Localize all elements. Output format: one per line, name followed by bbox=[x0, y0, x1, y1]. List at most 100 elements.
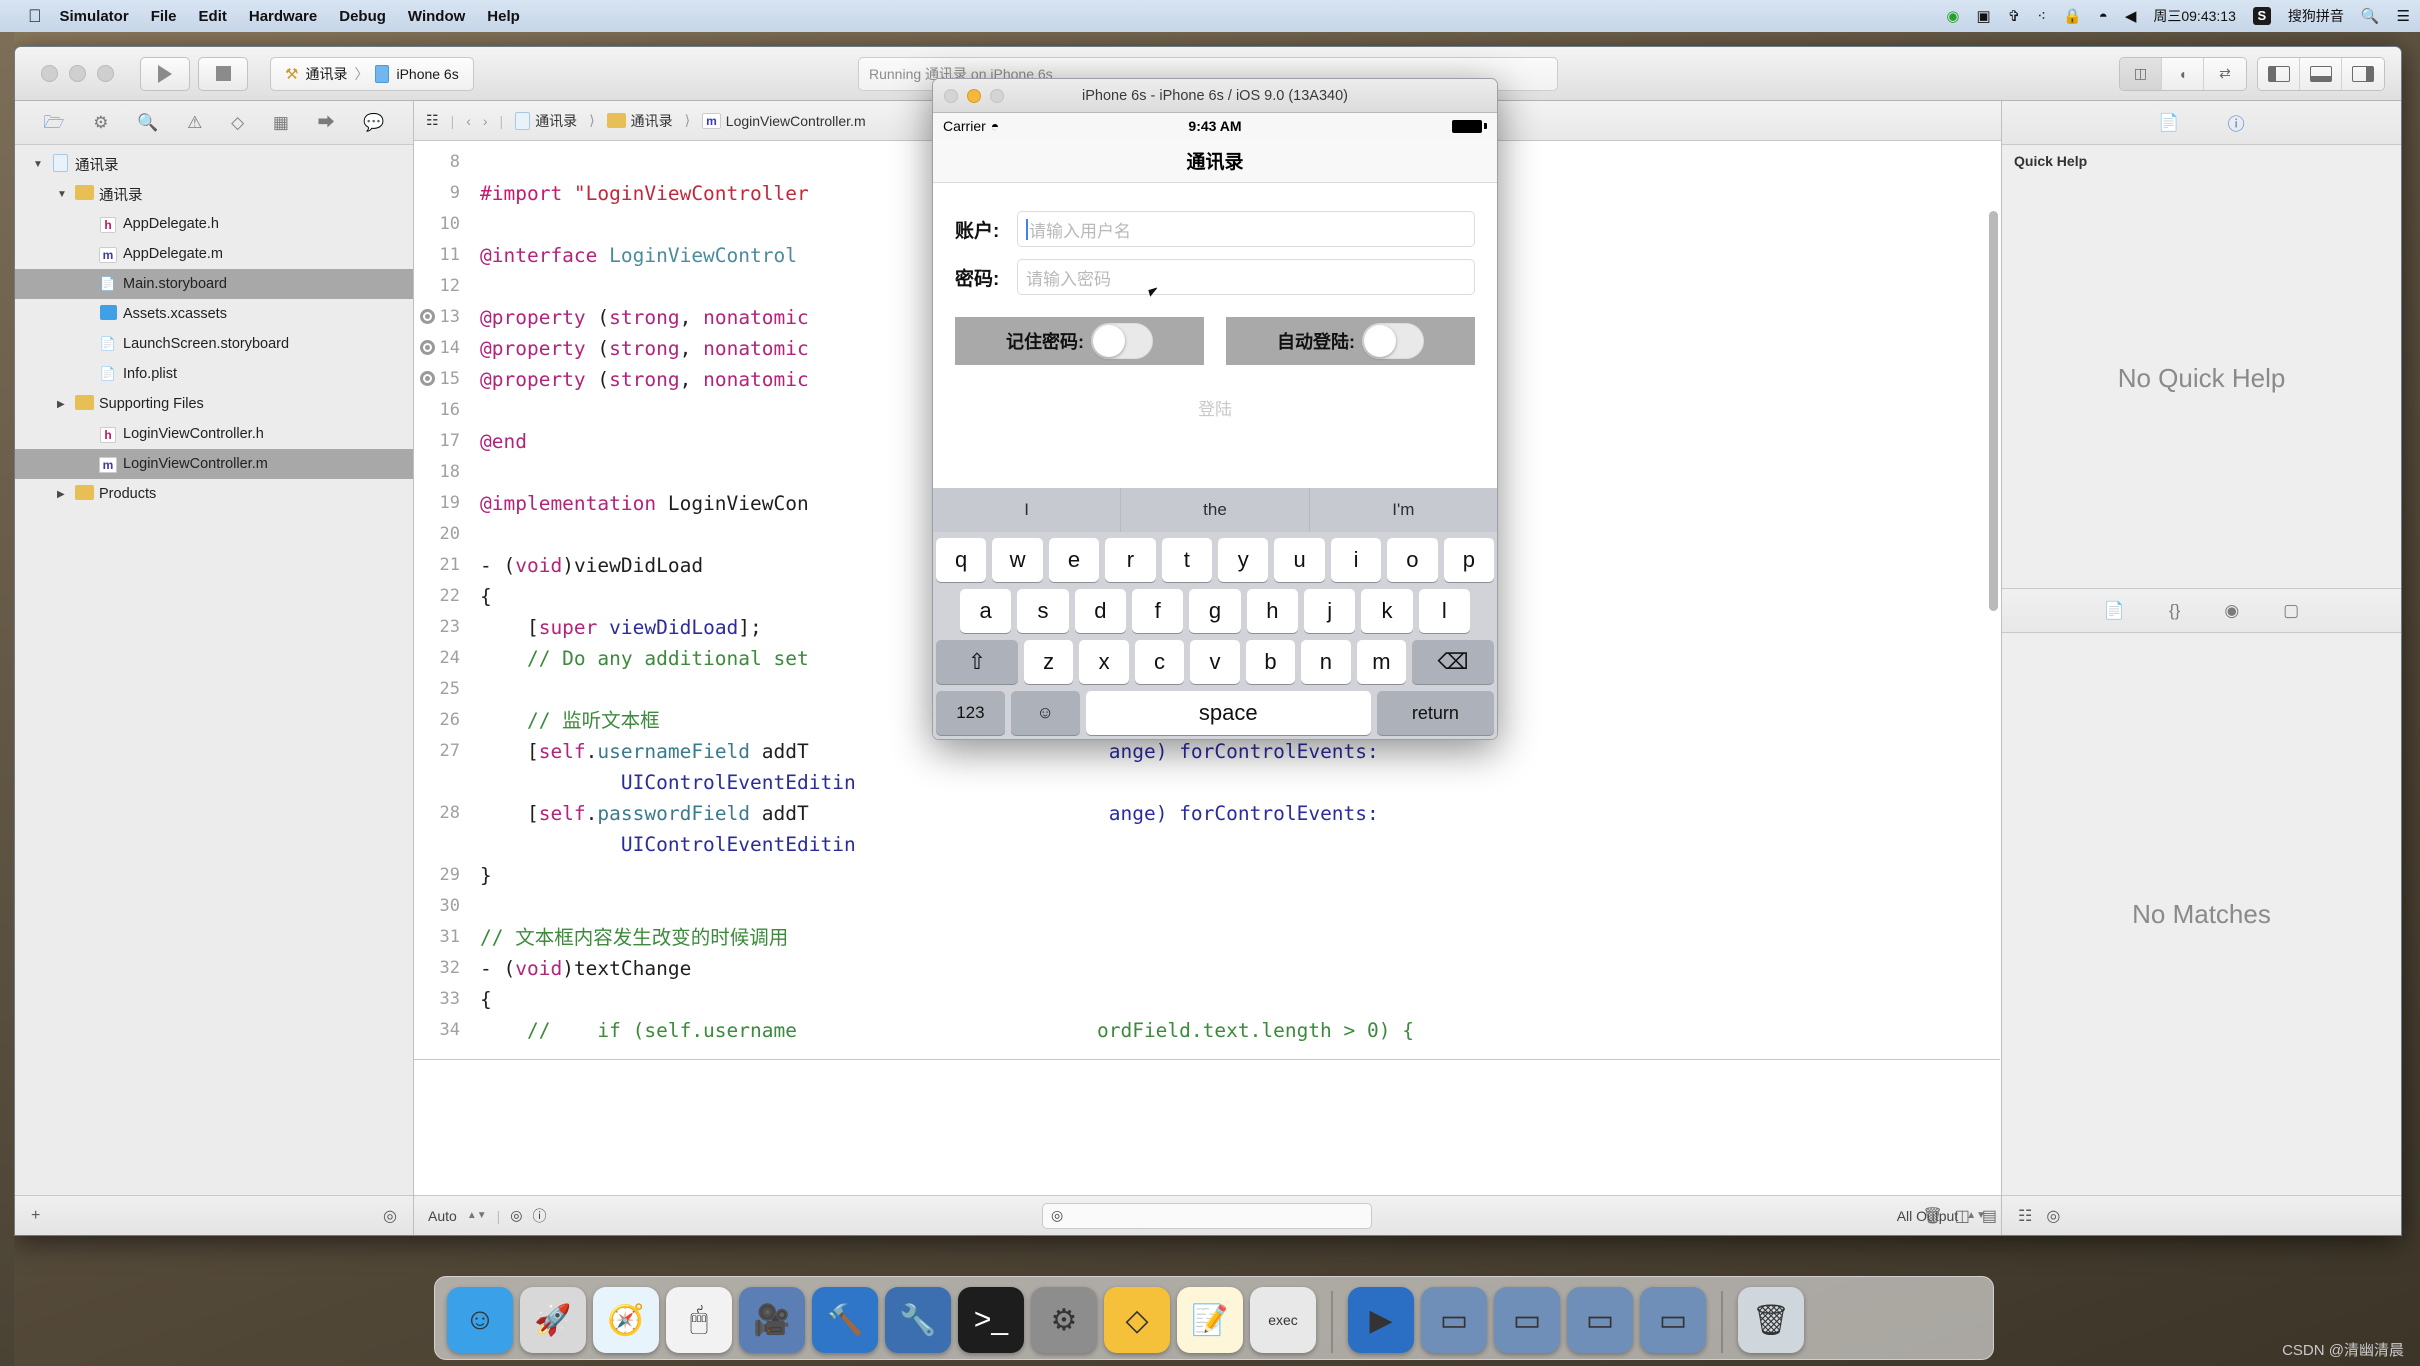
key-m[interactable]: m bbox=[1356, 640, 1407, 684]
exec-icon[interactable]: exec bbox=[1250, 1287, 1316, 1353]
return-key[interactable]: return bbox=[1376, 691, 1495, 735]
key-l[interactable]: l bbox=[1418, 589, 1470, 633]
breakpoint-marker[interactable] bbox=[420, 371, 435, 386]
key-f[interactable]: f bbox=[1132, 589, 1184, 633]
hammer-icon[interactable]: 🔧 bbox=[885, 1287, 951, 1353]
file-tree-item[interactable]: Assets.xcassets bbox=[15, 299, 413, 329]
warning-icon[interactable]: ⚠ bbox=[187, 114, 202, 131]
file-tree-item[interactable]: ▼ 通讯录 bbox=[15, 149, 413, 179]
key-c[interactable]: c bbox=[1134, 640, 1185, 684]
disclosure-triangle[interactable]: ▶ bbox=[57, 399, 73, 410]
space-key[interactable]: space bbox=[1085, 691, 1371, 735]
version-editor-button[interactable]: ⇄ bbox=[2204, 57, 2246, 90]
trash-icon[interactable]: 🗑 bbox=[1738, 1287, 1804, 1353]
console-filter-field[interactable]: ◎ bbox=[1042, 1202, 1372, 1229]
panel-icon[interactable]: ▤ bbox=[1982, 1206, 1997, 1226]
key-g[interactable]: g bbox=[1189, 589, 1241, 633]
bluetooth-icon[interactable]: ⁖ bbox=[2037, 9, 2046, 24]
prediction-item[interactable]: I bbox=[933, 488, 1122, 532]
media-player-icon[interactable]: ▶ bbox=[1348, 1287, 1414, 1353]
menu-item-file[interactable]: File bbox=[151, 8, 177, 25]
key-d[interactable]: d bbox=[1074, 589, 1126, 633]
auto-login-switch[interactable] bbox=[1362, 323, 1424, 359]
wifi-icon[interactable]: ◓ bbox=[2099, 9, 2108, 24]
key-j[interactable]: j bbox=[1303, 589, 1356, 633]
scheme-selector[interactable]: ⚒ 通讯录 〉 iPhone 6s bbox=[270, 56, 474, 91]
line-number[interactable]: 30 bbox=[414, 891, 472, 922]
key-t[interactable]: t bbox=[1161, 538, 1212, 582]
line-number[interactable]: 17 bbox=[414, 426, 472, 457]
desktop4-icon[interactable]: ▭ bbox=[1640, 1287, 1706, 1353]
file-tree-item[interactable]: ▼ 通讯录 bbox=[15, 179, 413, 209]
key-y[interactable]: y bbox=[1218, 538, 1269, 582]
line-number[interactable]: 24 bbox=[414, 643, 472, 674]
key-r[interactable]: r bbox=[1105, 538, 1156, 582]
line-number[interactable]: 12 bbox=[414, 271, 472, 302]
notes-icon[interactable]: 📝 bbox=[1177, 1287, 1243, 1353]
breadcrumb-folder[interactable]: 通讯录 bbox=[606, 111, 673, 131]
simulator-title-bar[interactable]: iPhone 6s - iPhone 6s / iOS 9.0 (13A340) bbox=[933, 79, 1497, 113]
toggle-debug-button[interactable] bbox=[2300, 57, 2342, 90]
keyboard-row-4[interactable]: 123 ☺ space return bbox=[936, 691, 1495, 735]
toggle-utilities-button[interactable] bbox=[2342, 57, 2384, 90]
line-number[interactable]: 16 bbox=[414, 395, 472, 426]
target-icon[interactable]: ◎ bbox=[510, 1207, 522, 1224]
add-file-button[interactable]: + bbox=[31, 1207, 40, 1225]
close-button[interactable] bbox=[41, 65, 58, 82]
file-tree-item[interactable]: 📄 Main.storyboard bbox=[15, 269, 413, 299]
line-number[interactable]: 22 bbox=[414, 581, 472, 612]
control-center-icon[interactable]: ☰ bbox=[2397, 9, 2410, 24]
search-icon[interactable]: 🔍 bbox=[2361, 9, 2380, 24]
log-icon[interactable]: 💬 bbox=[363, 114, 384, 131]
auto-stepper-icon[interactable]: ▲▼ bbox=[467, 1210, 487, 1221]
disclosure-triangle[interactable]: ▶ bbox=[57, 489, 73, 500]
menu-item-help[interactable]: Help bbox=[487, 8, 520, 25]
line-number[interactable]: 32 bbox=[414, 953, 472, 984]
file-tree-item[interactable]: ▶ Products bbox=[15, 479, 413, 509]
menu-item-window[interactable]: Window bbox=[408, 8, 465, 25]
debug-icon[interactable]: ▦ bbox=[273, 114, 289, 131]
mac-dock[interactable]: ☺ 🚀 🧭 🖱 🎥 🔨 🔧 >_ ⚙ ◇ 📝 exec ▶ ▭ ▭ ▭ ▭ 🗑 bbox=[434, 1276, 1994, 1360]
numbers-key[interactable]: 123 bbox=[936, 691, 1005, 735]
file-tree-item[interactable]: h LoginViewController.h bbox=[15, 419, 413, 449]
prediction-item[interactable]: the bbox=[1121, 488, 1310, 532]
panel-toggle-segment[interactable] bbox=[2257, 56, 2385, 91]
editor-scrollbar[interactable] bbox=[1989, 211, 1998, 611]
back-button[interactable]: ‹ bbox=[466, 113, 471, 129]
keyboard-row-1[interactable]: qwertyuiop bbox=[935, 538, 1495, 582]
line-number[interactable]: 18 bbox=[414, 457, 472, 488]
zoom-button[interactable] bbox=[97, 65, 114, 82]
file-tree-item[interactable]: ▶ Supporting Files bbox=[15, 389, 413, 419]
key-q[interactable]: q bbox=[935, 538, 987, 582]
emoji-key[interactable]: ☺ bbox=[1010, 691, 1080, 735]
grid-view-icon[interactable]: ☷ bbox=[2018, 1206, 2032, 1226]
trash-icon[interactable]: 🗑 bbox=[1922, 1206, 1942, 1226]
source-control-icon[interactable]: ⚙ bbox=[93, 114, 108, 131]
code-snippet-icon[interactable]: {} bbox=[2169, 601, 2180, 621]
library-filter-icon[interactable]: ◎ bbox=[2046, 1206, 2060, 1226]
line-number[interactable]: 13 bbox=[414, 302, 472, 333]
keyboard-row-2[interactable]: asdfghjkl bbox=[936, 589, 1494, 633]
search-icon[interactable]: 🔍 bbox=[137, 114, 158, 131]
line-number[interactable]: 26 bbox=[414, 705, 472, 736]
key-b[interactable]: b bbox=[1245, 640, 1296, 684]
line-number[interactable]: 27 bbox=[414, 736, 472, 767]
minimize-button[interactable] bbox=[69, 65, 86, 82]
standard-editor-button[interactable]: ◫ bbox=[2120, 57, 2162, 90]
desktop2-icon[interactable]: ▭ bbox=[1494, 1287, 1560, 1353]
file-tree-item[interactable]: h AppDelegate.h bbox=[15, 209, 413, 239]
file-tree-item[interactable]: m AppDelegate.m bbox=[15, 239, 413, 269]
desktop3-icon[interactable]: ▭ bbox=[1567, 1287, 1633, 1353]
prediction-bar[interactable]: Ithe I'm bbox=[933, 488, 1497, 532]
line-number[interactable]: 31 bbox=[414, 922, 472, 953]
xcode-icon[interactable]: 🔨 bbox=[812, 1287, 878, 1353]
lock-icon[interactable]: 🔒 bbox=[2063, 9, 2082, 24]
folder-icon[interactable]: 🗁 bbox=[43, 114, 64, 131]
split-icon[interactable]: ◫ bbox=[1955, 1206, 1970, 1226]
line-number[interactable]: 23 bbox=[414, 612, 472, 643]
sketch-icon[interactable]: ◇ bbox=[1104, 1287, 1170, 1353]
password-input[interactable]: 请输入密码 bbox=[1017, 259, 1475, 295]
key-p[interactable]: p bbox=[1443, 538, 1495, 582]
menu-item-simulator[interactable]: Simulator bbox=[60, 8, 129, 25]
key-n[interactable]: n bbox=[1301, 640, 1351, 684]
